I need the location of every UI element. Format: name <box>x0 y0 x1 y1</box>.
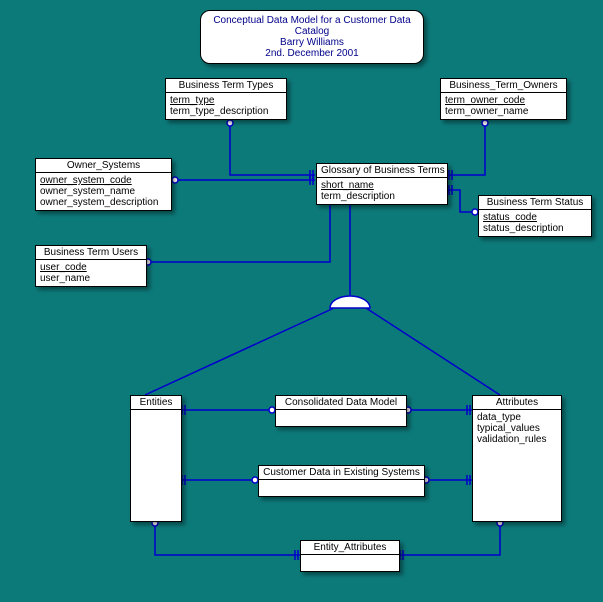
attr: term_owner_name <box>445 106 562 117</box>
pk: term_type <box>170 95 282 106</box>
pk: owner_system_code <box>40 175 167 186</box>
entity-bts: Business Term Status status_code status_… <box>478 195 592 237</box>
entity-header: Attributes <box>473 396 561 410</box>
entity-header: Owner_Systems <box>36 159 171 173</box>
pk: short_name <box>321 180 443 191</box>
attr: term_type_description <box>170 106 282 117</box>
pk: status_code <box>483 212 587 223</box>
entity-header: Customer Data in Existing Systems <box>259 466 424 480</box>
attr: owner_system_name <box>40 186 167 197</box>
entity-header: Entity_Attributes <box>301 541 399 555</box>
attr: data_type <box>477 412 557 423</box>
attr: term_description <box>321 191 443 202</box>
attr: owner_system_description <box>40 197 167 208</box>
pk: term_owner_code <box>445 95 562 106</box>
entity-header: Business Term Types <box>166 79 286 93</box>
entity-btu: Business Term Users user_code user_name <box>35 245 147 287</box>
entity-header: Business Term Status <box>479 196 591 210</box>
entity-cdes: Customer Data in Existing Systems <box>258 465 425 497</box>
entity-header: Entities <box>131 396 181 410</box>
entity-header: Business_Term_Owners <box>441 79 566 93</box>
entity-os: Owner_Systems owner_system_code owner_sy… <box>35 158 172 211</box>
attr: status_description <box>483 223 587 234</box>
entity-header: Business Term Users <box>36 246 146 260</box>
title-box: Conceptual Data Model for a Customer Dat… <box>200 10 424 64</box>
entity-gbt: Glossary of Business Terms short_name te… <box>316 163 448 205</box>
title-line2: Barry Williams <box>207 37 417 48</box>
entity-cdm: Consolidated Data Model <box>275 395 407 427</box>
title-line3: 2nd. December 2001 <box>207 48 417 59</box>
attr: typical_values <box>477 423 557 434</box>
pk: user_code <box>40 262 142 273</box>
entity-bto: Business_Term_Owners term_owner_code ter… <box>440 78 567 120</box>
attr: validation_rules <box>477 434 557 445</box>
entity-header: Glossary of Business Terms <box>317 164 447 178</box>
entity-ent: Entities <box>130 395 182 522</box>
entity-header: Consolidated Data Model <box>276 396 406 410</box>
entity-ea: Entity_Attributes <box>300 540 400 572</box>
title-line1: Conceptual Data Model for a Customer Dat… <box>207 15 417 37</box>
attr: user_name <box>40 273 142 284</box>
entity-attr: Attributes data_type typical_values vali… <box>472 395 562 522</box>
entity-btt: Business Term Types term_type term_type_… <box>165 78 287 120</box>
